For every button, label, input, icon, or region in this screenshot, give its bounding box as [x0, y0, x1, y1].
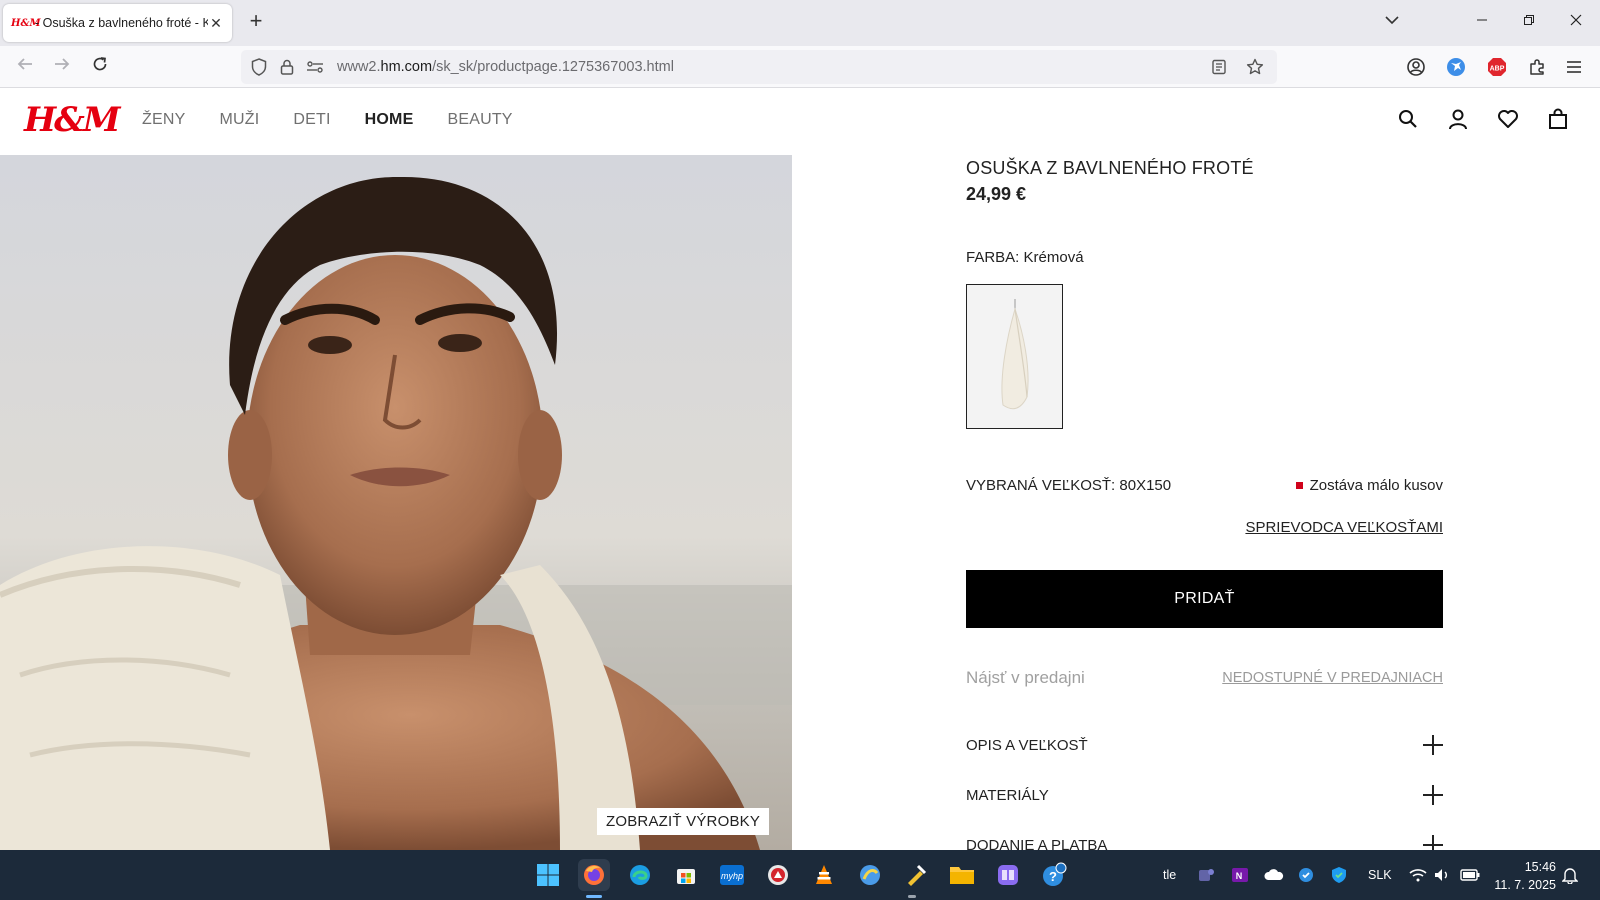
- active-app-indicator: [586, 895, 602, 898]
- size-row: VYBRANÁ VEĽKOSŤ: 80X150 Zostáva málo kus…: [966, 477, 1443, 494]
- extensions-puzzle-icon[interactable]: [1524, 54, 1550, 80]
- lock-icon[interactable]: [273, 53, 301, 81]
- shield-icon[interactable]: [245, 53, 273, 81]
- microsoft-store-icon[interactable]: [670, 859, 702, 891]
- tab-title: - Osuška z bavlneného froté - K: [35, 16, 208, 30]
- nav-item-beauty[interactable]: BEAUTY: [447, 111, 512, 129]
- browser-toolbar: www2.hm.com/sk_sk/productpage.1275367003…: [0, 46, 1600, 88]
- site-header: H&M ŽENY MUŽI DETI HOME BEAUTY: [0, 88, 1600, 154]
- security-app-icon[interactable]: [762, 859, 794, 891]
- defender-tray-icon[interactable]: [1297, 850, 1315, 900]
- tab-close-icon[interactable]: ✕: [208, 15, 224, 32]
- product-price: 24,99 €: [966, 184, 1027, 204]
- product-image[interactable]: [0, 155, 792, 850]
- address-bar[interactable]: www2.hm.com/sk_sk/productpage.1275367003…: [241, 50, 1277, 84]
- hm-favicon-icon: H&M: [11, 17, 41, 29]
- stock-status: Zostáva málo kusov: [1295, 477, 1443, 494]
- nav-item-women[interactable]: ŽENY: [142, 111, 185, 129]
- file-explorer-icon[interactable]: [946, 859, 978, 891]
- minimize-window-button[interactable]: [1467, 10, 1497, 34]
- input-language[interactable]: SLK: [1368, 850, 1392, 900]
- edge-app-icon[interactable]: [624, 859, 656, 891]
- color-label: FARBA: Krémová: [966, 249, 1084, 266]
- add-to-cart-button[interactable]: PRIDAŤ: [966, 570, 1443, 628]
- account-icon[interactable]: [1403, 54, 1429, 80]
- stock-status-text: Zostáva málo kusov: [1309, 477, 1443, 494]
- onenote-tray-icon[interactable]: N: [1231, 850, 1249, 900]
- model-with-towel-illustration: [0, 155, 792, 850]
- browser-tab[interactable]: H&M - Osuška z bavlneného froté - K ✕: [3, 4, 232, 42]
- bookmark-star-icon[interactable]: [1241, 53, 1269, 81]
- nav-item-kids[interactable]: DETI: [293, 111, 330, 129]
- accordion-materials[interactable]: MATERIÁLY: [966, 785, 1443, 805]
- app-menu-icon[interactable]: [1561, 54, 1587, 80]
- battery-icon[interactable]: [1460, 850, 1480, 900]
- back-arrow-icon[interactable]: [12, 54, 38, 80]
- selected-size-label: VYBRANÁ VEĽKOSŤ: 80X150: [966, 477, 1172, 494]
- color-swatch-cream[interactable]: [966, 284, 1063, 429]
- wifi-icon[interactable]: [1409, 850, 1427, 900]
- tab-list-chevron-icon[interactable]: [1385, 12, 1399, 28]
- site-permissions-icon[interactable]: [301, 53, 329, 81]
- svg-text:ABP: ABP: [1490, 66, 1505, 73]
- kde-connect-app-icon[interactable]: [854, 859, 886, 891]
- svg-text:myhp: myhp: [721, 871, 743, 881]
- plus-icon[interactable]: [1423, 735, 1443, 755]
- help-app-icon[interactable]: ?: [1038, 859, 1070, 891]
- plus-icon[interactable]: [1423, 785, 1443, 805]
- start-menu-icon[interactable]: [532, 859, 564, 891]
- accordion-label: MATERIÁLY: [966, 786, 1049, 804]
- product-title: OSUŠKA Z BAVLNENÉHO FROTÉ: [966, 158, 1254, 178]
- restore-window-button[interactable]: [1514, 10, 1544, 34]
- store-availability-row: Nájsť v predajni NEDOSTUPNÉ V PREDAJNIAC…: [966, 668, 1443, 688]
- accordion-description-size[interactable]: OPIS A VEĽKOSŤ: [966, 735, 1443, 755]
- extension-fox-icon[interactable]: [1443, 54, 1469, 80]
- svg-text:N: N: [1236, 871, 1243, 881]
- myhp-app-icon[interactable]: myhp: [716, 859, 748, 891]
- search-icon[interactable]: [1397, 108, 1421, 132]
- clock-time: 15:46: [1524, 860, 1556, 874]
- running-app-indicator: [908, 895, 916, 898]
- show-products-button[interactable]: ZOBRAZIŤ VÝROBKY: [597, 808, 770, 835]
- close-window-button[interactable]: [1561, 10, 1591, 34]
- volume-icon[interactable]: [1434, 850, 1452, 900]
- security-shield-tray-icon[interactable]: [1330, 850, 1348, 900]
- url-text[interactable]: www2.hm.com/sk_sk/productpage.1275367003…: [337, 59, 674, 75]
- new-tab-button[interactable]: +: [244, 10, 268, 34]
- system-clock[interactable]: 15:46 11. 7. 2025: [1492, 858, 1556, 894]
- tools-app-icon[interactable]: [900, 859, 932, 891]
- browser-tab-bar: H&M - Osuška z bavlneného froté - K ✕ +: [0, 0, 1600, 46]
- size-guide-link[interactable]: SPRIEVODCA VEĽKOSŤAMI: [1245, 519, 1443, 536]
- store-unavailable-link[interactable]: NEDOSTUPNÉ V PREDAJNIACH: [1222, 670, 1443, 686]
- reader-app-icon[interactable]: [992, 859, 1024, 891]
- adblock-plus-icon[interactable]: ABP: [1484, 54, 1510, 80]
- accordion-label: OPIS A VEĽKOSŤ: [966, 736, 1088, 754]
- notifications-bell-icon[interactable]: [1562, 850, 1578, 900]
- favorites-heart-icon[interactable]: [1497, 108, 1521, 132]
- clock-date: 11. 7. 2025: [1494, 878, 1556, 892]
- weather-widget[interactable]: tle: [1163, 850, 1176, 900]
- nav-item-home[interactable]: HOME: [365, 111, 414, 129]
- vlc-app-icon[interactable]: [808, 859, 840, 891]
- taskbar: myhp ? tle N SLK 15:46 11. 7. 2025: [0, 850, 1600, 900]
- main-navigation: ŽENY MUŽI DETI HOME BEAUTY: [142, 111, 547, 129]
- hm-logo[interactable]: H&M: [24, 100, 120, 140]
- onedrive-tray-icon[interactable]: [1264, 850, 1284, 900]
- low-stock-indicator-icon: [1295, 482, 1303, 489]
- towel-thumbnail-icon: [1000, 298, 1029, 409]
- teams-tray-icon[interactable]: [1197, 850, 1215, 900]
- firefox-app-icon[interactable]: [578, 859, 610, 891]
- forward-arrow-icon[interactable]: [49, 54, 75, 80]
- nav-item-men[interactable]: MUŽI: [219, 111, 259, 129]
- reload-icon[interactable]: [87, 54, 113, 80]
- shopping-bag-icon[interactable]: [1547, 108, 1571, 132]
- find-in-store-link[interactable]: Nájsť v predajni: [966, 668, 1085, 688]
- reader-view-icon[interactable]: [1205, 53, 1233, 81]
- svg-text:?: ?: [1049, 869, 1057, 884]
- user-account-icon[interactable]: [1447, 108, 1471, 132]
